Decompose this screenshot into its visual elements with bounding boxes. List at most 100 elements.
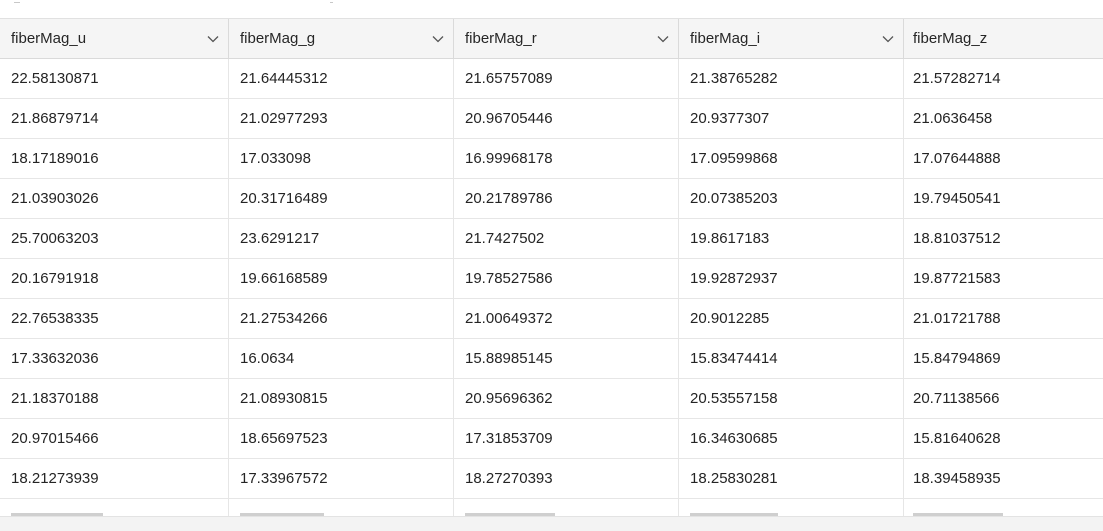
- table-row[interactable]: 18.21273939 17.33967572 18.27270393 18.2583…: [0, 459, 1103, 499]
- table-cell-fibermag-z[interactable]: 21.0636458: [904, 99, 1103, 138]
- table-cell-fibermag-z[interactable]: 19.87721583: [904, 259, 1103, 298]
- cell-value: 16.0634: [240, 350, 295, 367]
- table-cell-fibermag-i[interactable]: 20.9012285: [679, 299, 904, 338]
- chevron-down-icon[interactable]: [648, 19, 678, 58]
- table-cell-fibermag-u[interactable]: 21.18370188: [0, 379, 229, 418]
- table-row[interactable]: 21.86879714 21.02977293 20.96705446 20.9377…: [0, 99, 1103, 139]
- table-cell-fibermag-u[interactable]: 25.70063203: [0, 219, 229, 258]
- table-cell-fibermag-z[interactable]: 15.81640628: [904, 419, 1103, 458]
- table-cell-fibermag-u[interactable]: 22.58130871: [0, 59, 229, 98]
- table-cell-fibermag-g[interactable]: 21.02977293: [229, 99, 454, 138]
- table-cell-fibermag-i[interactable]: 17.09599868: [679, 139, 904, 178]
- table-cell-fibermag-g[interactable]: 21.27534266: [229, 299, 454, 338]
- column-header-fibermag-r[interactable]: fiberMag_r: [454, 19, 679, 58]
- table-cell-fibermag-i[interactable]: 20.53557158: [679, 379, 904, 418]
- table-cell-fibermag-r[interactable]: 20.21789786: [454, 179, 679, 218]
- table-cell-fibermag-u[interactable]: 20.97015466: [0, 419, 229, 458]
- chevron-down-icon[interactable]: [873, 19, 903, 58]
- table-cell-fibermag-z[interactable]: 17.07644888: [904, 139, 1103, 178]
- table-row[interactable]: 22.76538335 21.27534266 21.00649372 20.9012…: [0, 299, 1103, 339]
- table-cell-fibermag-r[interactable]: 15.88985145: [454, 339, 679, 378]
- cell-value: 21.0636458: [913, 110, 993, 127]
- cell-value: 21.65757089: [465, 70, 553, 87]
- cell-value: 22.76538335: [11, 310, 99, 327]
- table-cell-fibermag-i[interactable]: 16.34630685: [679, 419, 904, 458]
- horizontal-scrollbar[interactable]: [0, 516, 1103, 531]
- table-cell-fibermag-g[interactable]: 21.08930815: [229, 379, 454, 418]
- table-cell-fibermag-g[interactable]: 17.033098: [229, 139, 454, 178]
- column-header-fibermag-i[interactable]: fiberMag_i: [679, 19, 904, 58]
- cell-value: 21.7427502: [465, 230, 545, 247]
- table-cell-fibermag-r[interactable]: 21.7427502: [454, 219, 679, 258]
- cell-value: 15.88985145: [465, 350, 553, 367]
- table-row[interactable]: 20.97015466 18.65697523 17.31853709 16.3463…: [0, 419, 1103, 459]
- table-cell-fibermag-u[interactable]: 22.76538335: [0, 299, 229, 338]
- column-header-label: fiberMag_u: [11, 30, 87, 47]
- table-cell-fibermag-i[interactable]: 15.83474414: [679, 339, 904, 378]
- table-cell-fibermag-g[interactable]: 17.33967572: [229, 459, 454, 498]
- table-cell-fibermag-r[interactable]: 20.95696362: [454, 379, 679, 418]
- table-cell-fibermag-u[interactable]: 17.33632036: [0, 339, 229, 378]
- cell-value: 20.07385203: [690, 190, 778, 207]
- cell-value: 19.78527586: [465, 270, 553, 287]
- table-cell-fibermag-i[interactable]: 18.25830281: [679, 459, 904, 498]
- column-header-fibermag-g[interactable]: fiberMag_g: [229, 19, 454, 58]
- table-cell-fibermag-g[interactable]: 19.66168589: [229, 259, 454, 298]
- table-row[interactable]: 22.58130871 21.64445312 21.65757089 21.3876…: [0, 59, 1103, 99]
- table-cell-fibermag-i[interactable]: 20.07385203: [679, 179, 904, 218]
- table-row[interactable]: 20.16791918 19.66168589 19.78527586 19.9287…: [0, 259, 1103, 299]
- chevron-down-icon[interactable]: [423, 19, 453, 58]
- table-cell-fibermag-z[interactable]: 19.79450541: [904, 179, 1103, 218]
- table-cell-fibermag-z[interactable]: 21.01721788: [904, 299, 1103, 338]
- table-cell-fibermag-r[interactable]: 21.00649372: [454, 299, 679, 338]
- table-cell-fibermag-z[interactable]: 18.39458935: [904, 459, 1103, 498]
- table-cell-fibermag-i[interactable]: 20.9377307: [679, 99, 904, 138]
- table-row[interactable]: 18.17189016 17.033098 16.99968178 17.095998…: [0, 139, 1103, 179]
- table-cell-fibermag-r[interactable]: 20.96705446: [454, 99, 679, 138]
- table-cell-fibermag-i[interactable]: 21.38765282: [679, 59, 904, 98]
- table-cell-fibermag-u[interactable]: 20.16791918: [0, 259, 229, 298]
- table-cell-fibermag-r[interactable]: 16.99968178: [454, 139, 679, 178]
- table-cell-fibermag-u[interactable]: 21.03903026: [0, 179, 229, 218]
- cell-value: 21.00649372: [465, 310, 553, 327]
- table-cell-fibermag-g[interactable]: 18.65697523: [229, 419, 454, 458]
- cell-value: 18.21273939: [11, 470, 99, 487]
- chevron-down-icon[interactable]: [198, 19, 228, 58]
- table-cell-fibermag-u[interactable]: 21.86879714: [0, 99, 229, 138]
- table-cell-fibermag-i[interactable]: 19.8617183: [679, 219, 904, 258]
- table-cell-fibermag-z[interactable]: 15.84794869: [904, 339, 1103, 378]
- table-row[interactable]: 21.03903026 20.31716489 20.21789786 20.0738…: [0, 179, 1103, 219]
- table-cell-fibermag-g[interactable]: 20.31716489: [229, 179, 454, 218]
- table-cell-fibermag-z[interactable]: 18.81037512: [904, 219, 1103, 258]
- cell-value: 17.31853709: [465, 430, 553, 447]
- cell-value: 21.64445312: [240, 70, 328, 87]
- cell-value: 18.65697523: [240, 430, 328, 447]
- table-row[interactable]: 25.70063203 23.6291217 21.7427502 19.861718…: [0, 219, 1103, 259]
- cell-value: 15.81640628: [913, 430, 1001, 447]
- table-row[interactable]: 21.18370188 21.08930815 20.95696362 20.5355…: [0, 379, 1103, 419]
- column-header-fibermag-u[interactable]: fiberMag_u: [0, 19, 229, 58]
- table-cell-fibermag-z[interactable]: 20.71138566: [904, 379, 1103, 418]
- cell-value: 20.9377307: [690, 110, 770, 127]
- table-cell-fibermag-r[interactable]: 18.27270393: [454, 459, 679, 498]
- cell-value: 18.81037512: [913, 230, 1001, 247]
- cell-value: 20.71138566: [913, 390, 1000, 407]
- table-cell-fibermag-g[interactable]: 23.6291217: [229, 219, 454, 258]
- table-cell-fibermag-g[interactable]: 16.0634: [229, 339, 454, 378]
- table-cell-fibermag-z[interactable]: 21.57282714: [904, 59, 1103, 98]
- cell-value: 20.53557158: [690, 390, 778, 407]
- cell-value: 17.07644888: [913, 150, 1001, 167]
- cell-value: 21.27534266: [240, 310, 328, 327]
- table-cell-fibermag-g[interactable]: 21.64445312: [229, 59, 454, 98]
- table-row[interactable]: 17.33632036 16.0634 15.88985145 15.83474414…: [0, 339, 1103, 379]
- cell-value: 21.86879714: [11, 110, 99, 127]
- table-cell-fibermag-u[interactable]: 18.17189016: [0, 139, 229, 178]
- cell-value: 19.66168589: [240, 270, 328, 287]
- cell-value: 20.9012285: [690, 310, 770, 327]
- column-header-fibermag-z[interactable]: fiberMag_z: [904, 19, 1103, 58]
- table-cell-fibermag-u[interactable]: 18.21273939: [0, 459, 229, 498]
- table-cell-fibermag-i[interactable]: 19.92872937: [679, 259, 904, 298]
- table-cell-fibermag-r[interactable]: 19.78527586: [454, 259, 679, 298]
- table-cell-fibermag-r[interactable]: 17.31853709: [454, 419, 679, 458]
- table-cell-fibermag-r[interactable]: 21.65757089: [454, 59, 679, 98]
